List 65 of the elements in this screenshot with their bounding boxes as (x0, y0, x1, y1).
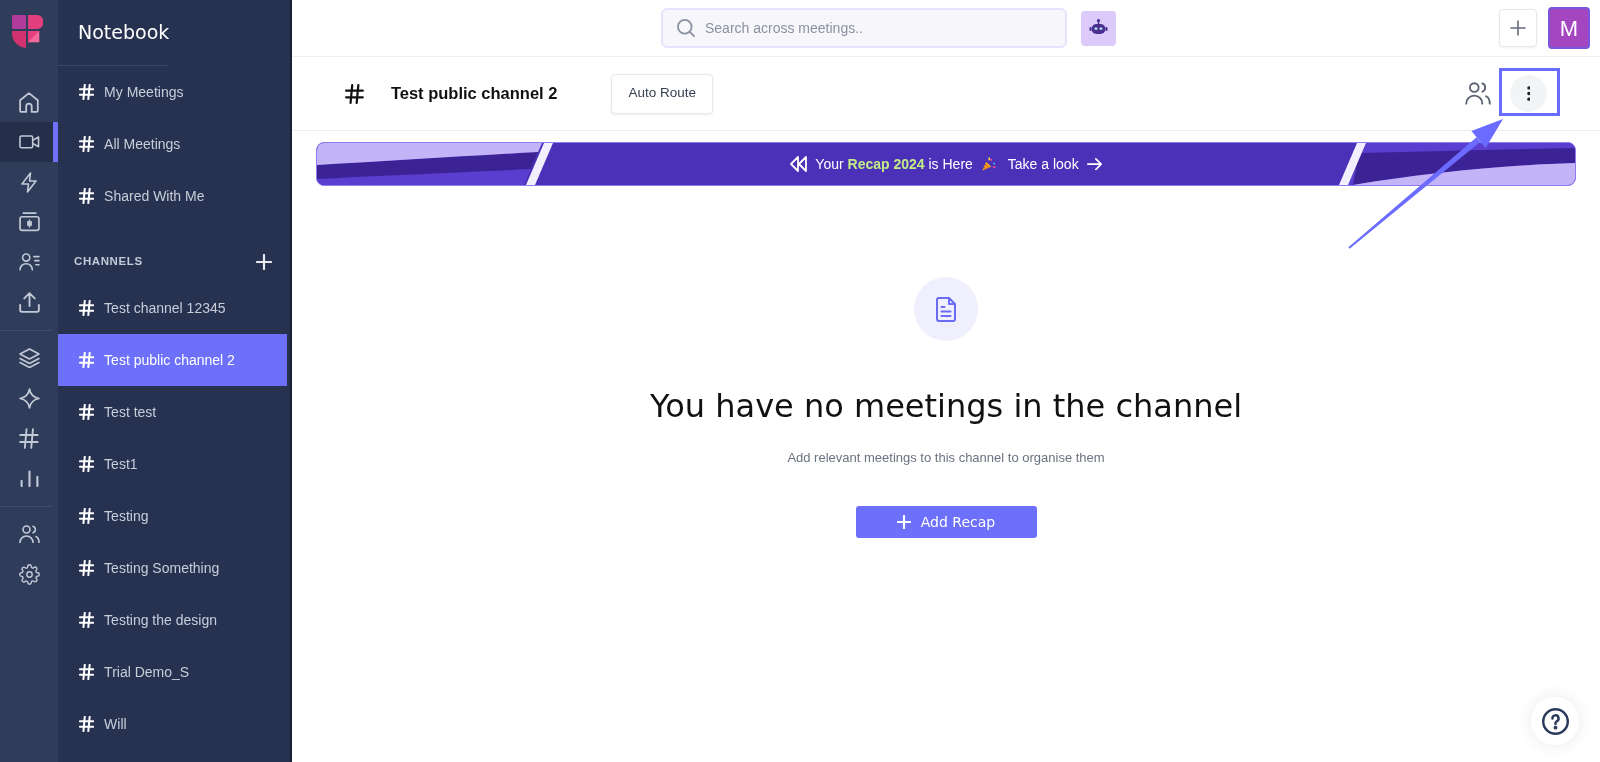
hash-icon (79, 456, 95, 472)
empty-state-message: Add relevant meetings to this channel to organise them (787, 449, 1105, 467)
sidebar-item[interactable]: Testing (58, 490, 287, 542)
sidebar-item[interactable]: My Meetings (58, 66, 287, 118)
sidebar-item[interactable]: Test channel 12345 (58, 282, 287, 334)
sidebar-item[interactable]: Test test (58, 386, 287, 438)
sidebar-item[interactable]: All Meetings (58, 118, 287, 170)
hash-icon (19, 427, 39, 449)
sidebar-item[interactable]: Test1 (58, 438, 287, 490)
card-stack-icon (18, 212, 40, 232)
hash-icon (79, 188, 95, 204)
highlight-frame (1499, 68, 1560, 116)
search-icon (677, 19, 695, 37)
plus-icon (896, 515, 911, 529)
help-icon (1541, 707, 1569, 735)
auto-route-button[interactable]: Auto Route (611, 73, 713, 114)
hash-icon (79, 136, 95, 152)
hash-icon (79, 508, 95, 524)
rewind-icon (790, 156, 808, 172)
app-title: Notebook (77, 20, 171, 46)
hash-icon (79, 664, 95, 680)
sidebar-item[interactable]: Trial Demo_S (58, 646, 287, 698)
sidebar-item[interactable]: Testing the design (58, 594, 287, 646)
users-icon (18, 524, 40, 544)
party-popper-icon (980, 156, 996, 172)
robot-icon[interactable] (1081, 10, 1116, 46)
hash-icon (345, 83, 364, 104)
sidebar-item[interactable]: Shared With Me (58, 170, 287, 222)
video-icon (18, 135, 40, 149)
channel-title: Test public channel 2 (390, 83, 558, 105)
plus-icon[interactable] (256, 254, 272, 270)
hash-icon (79, 612, 95, 628)
layers-icon (18, 347, 40, 369)
hash-icon (79, 300, 95, 316)
banner-text: Your Recap 2024 is Here (815, 154, 973, 174)
lightning-icon (21, 171, 37, 193)
hash-icon (79, 84, 95, 100)
sparkle-icon (18, 387, 40, 409)
sidebar-item[interactable]: Will (58, 698, 287, 750)
hash-icon (79, 352, 95, 368)
section-heading: CHANNELS (74, 254, 143, 270)
sidebar-item[interactable]: Test public channel 2 (58, 334, 287, 386)
bar-chart-icon (18, 468, 40, 488)
plus-icon (1510, 20, 1526, 36)
video-nav-button[interactable] (0, 122, 58, 162)
take-a-look-link[interactable]: Take a look (1007, 153, 1102, 175)
recap-banner[interactable]: Your Recap 2024 is Here Take a look (316, 142, 1576, 186)
add-recap-button[interactable]: Add Recap (855, 506, 1037, 538)
search-field[interactable]: Search across meetings.. (661, 8, 1067, 48)
sidebar-item[interactable]: Testing Something (58, 542, 287, 594)
home-icon (19, 91, 39, 113)
vertical-dots-icon (1526, 86, 1531, 101)
hash-icon (79, 716, 95, 732)
avatar-button[interactable]: M (1548, 7, 1590, 49)
settings-icon (18, 563, 40, 585)
logo-icon (12, 15, 44, 48)
hash-icon (79, 404, 95, 420)
user-list-icon (18, 253, 40, 271)
users-icon[interactable] (1465, 82, 1491, 105)
add-button[interactable] (1499, 9, 1537, 47)
hash-icon (79, 560, 95, 576)
upload-icon (18, 291, 40, 313)
document-icon (914, 277, 978, 341)
empty-state-heading: You have no meetings in the channel (649, 386, 1243, 426)
arrow-right-icon (1086, 157, 1102, 171)
